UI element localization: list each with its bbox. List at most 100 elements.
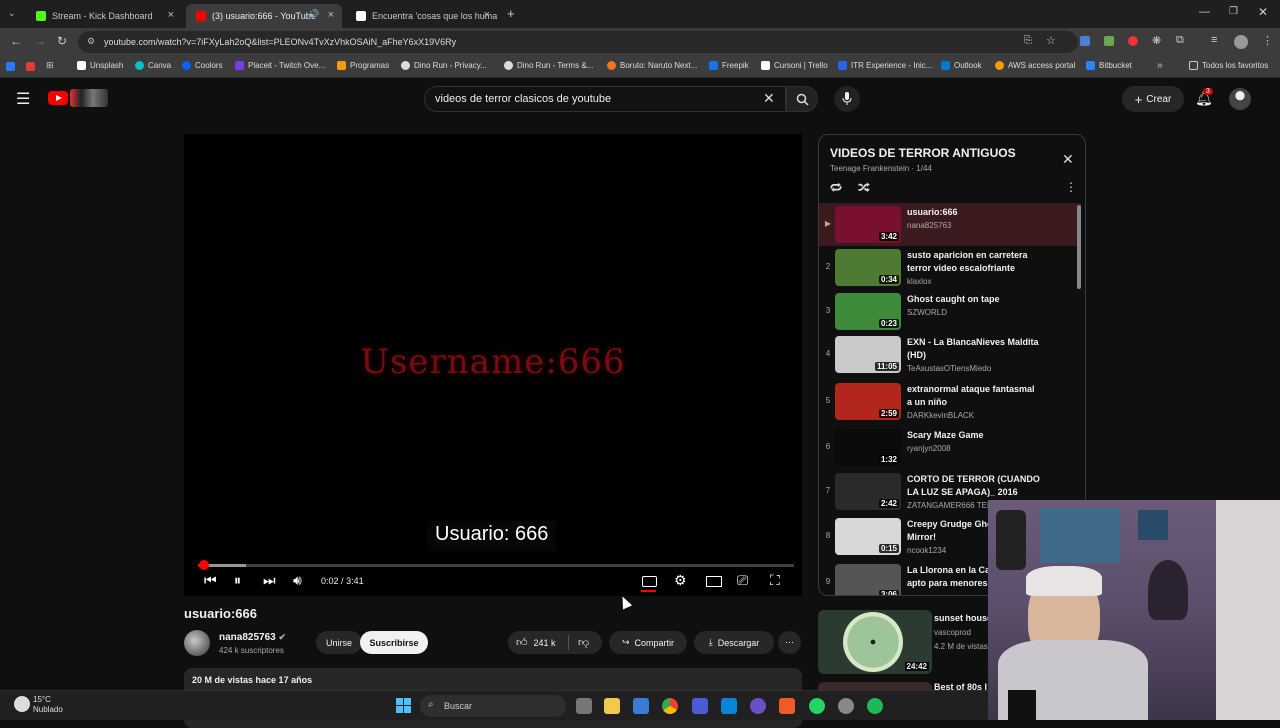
back-icon[interactable]: ← (10, 34, 22, 48)
weather-icon[interactable] (14, 696, 30, 712)
bookmark-item[interactable]: ITR Experience - Inic... (838, 61, 932, 70)
taskbar-search[interactable]: ⌕ Buscar (420, 695, 566, 717)
playlist-item[interactable]: 3 0:23 Ghost caught on tape SZWORLD (819, 290, 1081, 333)
minimize-icon[interactable]: — (1199, 6, 1210, 18)
video-player[interactable]: Username:666 Usuario: 666 ⏮ ⏸ ⏭ 🔊︎ 0:02 … (184, 134, 802, 596)
site-info-icon[interactable]: ⚙ (87, 36, 95, 47)
playlist-item-thumbnail[interactable]: 3:06 (835, 564, 901, 595)
youtube-logo[interactable] (48, 91, 68, 105)
fullscreen-icon[interactable]: ⛶ (770, 572, 780, 589)
recommended-title[interactable]: sunset house (934, 613, 992, 623)
progress-scrubber[interactable] (198, 560, 209, 570)
install-icon[interactable]: ⎘ (1024, 35, 1032, 46)
theater-mode-icon[interactable] (706, 576, 722, 587)
progress-bar[interactable] (198, 560, 794, 570)
speaker-icon[interactable]: 🔊 (308, 9, 319, 20)
close-tab-icon[interactable]: × (168, 9, 174, 21)
close-tab-icon[interactable]: × (484, 9, 490, 21)
extension-icon[interactable]: ❋ (1152, 34, 1161, 47)
bookmark-item[interactable]: Outlook (941, 61, 982, 70)
bookmark-item[interactable]: Programas (337, 61, 389, 70)
bookmark-star-icon[interactable]: ☆ (1046, 34, 1056, 47)
playlist-item-thumbnail[interactable]: 0:34 (835, 249, 901, 286)
shuffle-icon[interactable]: 🔀︎ (858, 180, 870, 197)
download-button[interactable]: ⤓ Descargar (694, 631, 774, 654)
share-button[interactable]: ↪ Compartir (609, 631, 687, 654)
bookmark-item[interactable]: Unsplash (77, 61, 123, 70)
new-tab-icon[interactable]: + (507, 6, 515, 21)
bookmark-item[interactable]: Bitbucket (1086, 61, 1132, 70)
app-icon[interactable] (838, 698, 854, 714)
playlist-scrollbar[interactable] (1077, 205, 1081, 289)
app-icon[interactable] (692, 698, 708, 714)
bookmark-item[interactable]: Freepik (709, 61, 749, 70)
all-favorites-folder[interactable]: Todos los favoritos (1189, 61, 1268, 70)
playlist-menu-icon[interactable]: ⋮ (1065, 180, 1077, 194)
next-icon[interactable]: ⏭ (263, 572, 276, 589)
spotify-icon[interactable] (867, 698, 883, 714)
search-button[interactable] (786, 86, 818, 112)
close-tab-icon[interactable]: × (328, 9, 334, 21)
playlist-item-title[interactable]: Scary Maze Game (907, 429, 1047, 442)
playlist-item[interactable]: 2 0:34 susto aparicion en carretera terror … (819, 246, 1081, 289)
playlist-item-thumbnail[interactable]: 3:42 (835, 206, 901, 243)
extension-icon[interactable] (1104, 36, 1114, 46)
like-icon[interactable]: 👍︎ (516, 636, 528, 649)
recommended-thumbnail[interactable]: 24:42 (818, 610, 932, 674)
bookmark-item[interactable]: Cursoni | Trello (761, 61, 828, 70)
playlist-item-thumbnail[interactable]: 1:32 (835, 429, 901, 466)
playlist-item[interactable]: 6 1:32 Scary Maze Game ryanjyn2008 (819, 426, 1081, 469)
playlist-item-thumbnail[interactable]: 0:15 (835, 518, 901, 555)
microsoft-store-icon[interactable] (633, 698, 649, 714)
dislike-icon[interactable]: 👎︎ (578, 636, 589, 649)
browser-menu-icon[interactable]: ⋮ (1262, 34, 1273, 47)
profile-avatar[interactable] (1234, 35, 1248, 49)
volume-icon[interactable]: 🔊︎ (293, 572, 302, 589)
reload-icon[interactable]: ↻ (57, 34, 67, 48)
channel-name[interactable]: nana825763 ✔ (219, 632, 286, 643)
close-playlist-icon[interactable]: ✕ (1062, 151, 1074, 168)
playlist-item-thumbnail[interactable]: 2:59 (835, 383, 901, 420)
playlist-item[interactable]: 5 2:59 extranormal ataque fantasmal a un ni… (819, 380, 1081, 423)
join-button[interactable]: Unirse (316, 631, 362, 654)
bookmark-app-icon[interactable] (26, 62, 35, 71)
tab-youtube[interactable]: (3) usuario:666 - YouTube 🔊 × (186, 4, 342, 28)
bookmark-item[interactable]: Dino Run - Terms &... (504, 61, 593, 70)
pause-icon[interactable]: ⏸ (234, 572, 241, 589)
playlist-item-title[interactable]: usuario:666 (907, 206, 1047, 219)
account-avatar[interactable] (1229, 88, 1251, 110)
cast-icon[interactable]: ⎚ (737, 572, 748, 589)
recommended-channel[interactable]: vascoprod (934, 628, 971, 637)
app-icon[interactable] (779, 698, 795, 714)
subscribe-button[interactable]: Suscribirse (360, 631, 428, 654)
playlist-item-title[interactable]: extranormal ataque fantasmal a un niño (907, 383, 1047, 409)
bookmark-item[interactable]: Canva (135, 61, 171, 70)
previous-icon[interactable]: ⏮ (204, 572, 217, 589)
doodle-logo[interactable] (70, 89, 108, 107)
chrome-icon[interactable] (662, 698, 678, 714)
bookmark-item[interactable]: AWS access portal (995, 61, 1075, 70)
bookmark-item[interactable]: Placeit - Twitch Ove... (235, 61, 325, 70)
subtitles-icon[interactable] (641, 576, 657, 592)
maximize-icon[interactable]: ❐ (1229, 6, 1238, 17)
playlist-item-title[interactable]: CORTO DE TERROR (CUANDO LA LUZ SE APAGA)_… (907, 473, 1047, 499)
whatsapp-icon[interactable] (809, 698, 825, 714)
playlist-item-thumbnail[interactable]: 2:42 (835, 473, 901, 510)
tab-tiktok[interactable]: Encuentra 'cosas que los huma × (346, 4, 498, 28)
task-view-icon[interactable] (576, 698, 592, 714)
tab-search-chevron-icon[interactable]: ⌄ (8, 8, 16, 19)
playlist-item[interactable]: 4 11:05 EXN - La BlancaNieves Maldita (HD) T… (819, 333, 1081, 376)
windows-start-icon[interactable] (396, 698, 412, 714)
bookmark-app-icon[interactable] (6, 62, 15, 71)
bookmark-item[interactable]: Coolors (182, 61, 223, 70)
address-bar[interactable]: ⚙ youtube.com/watch?v=7iFXyLah2oQ&list=P… (78, 31, 1078, 53)
more-actions-icon[interactable]: ⋯ (778, 631, 801, 654)
channel-avatar[interactable] (184, 630, 210, 656)
playlist-title[interactable]: VIDEOS DE TERROR ANTIGUOS (830, 146, 1016, 160)
tab-kick-dashboard[interactable]: Stream - Kick Dashboard × (26, 4, 182, 28)
extensions-puzzle-icon[interactable]: ⧉ (1176, 34, 1184, 47)
close-window-icon[interactable]: ✕ (1258, 5, 1268, 19)
settings-gear-icon[interactable]: ⚙ (674, 572, 687, 589)
hamburger-menu-icon[interactable]: ☰ (16, 89, 30, 109)
media-control-icon[interactable]: ≡ (1211, 34, 1217, 46)
